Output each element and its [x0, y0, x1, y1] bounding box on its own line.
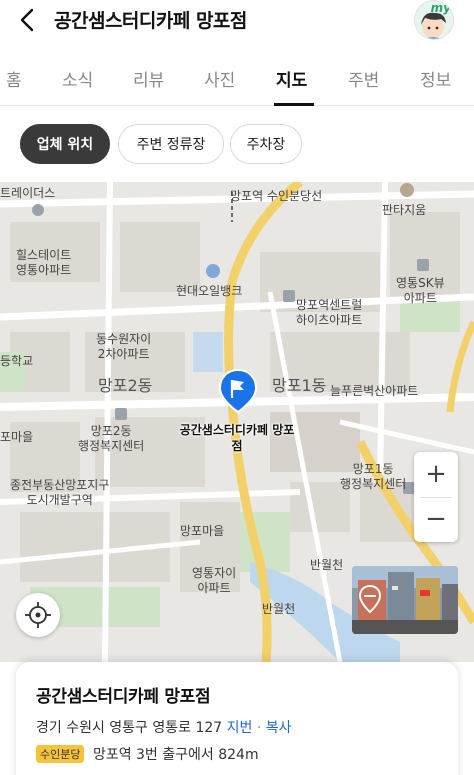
- map-label-hillstate: 힐스테이트 영통아파트: [16, 248, 72, 277]
- map-label-development-zone: 종전부동산망포지구 도시개발구역: [10, 478, 110, 507]
- map-label-mangpo-village: 망포마을: [180, 524, 225, 538]
- subway-line-badge: 수인분당: [36, 745, 85, 763]
- tab-news[interactable]: 소식: [62, 66, 93, 91]
- map-label-traders: 트레이더스: [0, 186, 56, 200]
- map-label-hyundai-oilbank: 현대오일뱅크: [176, 284, 243, 298]
- map-label-fantasium: 판타지움: [382, 203, 427, 217]
- map-label-mangpo2dong: 망포2동: [98, 376, 153, 395]
- map-label-central-heights: 망포역센트럴 하이츠아파트: [296, 298, 363, 327]
- map-label-byeoksan: 늘푸른벽산아파트: [330, 384, 419, 398]
- zoom-out-button[interactable]: −: [414, 497, 458, 542]
- page-title: 공간샘스터디카페 망포점: [54, 10, 247, 32]
- tab-reviews[interactable]: 리뷰: [133, 66, 164, 91]
- tab-nearby[interactable]: 주변: [348, 66, 379, 91]
- current-location-button[interactable]: [16, 593, 60, 637]
- card-subway-row: 수인분당 망포역 3번 출구에서 824m: [36, 744, 259, 764]
- map-label-mangpo1dong: 망포1동: [272, 376, 327, 395]
- map-label-mangpo-station: 망포역 수인분당선: [230, 189, 323, 203]
- zoom-control: + −: [414, 452, 458, 542]
- jibun-link[interactable]: 지번: [227, 720, 253, 736]
- chevron-left-icon: [20, 8, 34, 32]
- card-address: 경기 수원시 영통구 영통로 127: [36, 720, 223, 736]
- location-pin-icon[interactable]: [218, 368, 258, 414]
- map-label-village: 포마을: [0, 430, 34, 444]
- crosshair-icon: [25, 602, 51, 628]
- copy-link[interactable]: 복사: [266, 720, 292, 736]
- card-title: 공간샘스터디카페 망포점: [36, 687, 211, 707]
- tab-home[interactable]: 홈: [6, 66, 22, 91]
- station-distance: 망포역 3번 출구에서 824m: [92, 747, 259, 763]
- top-header: 공간샘스터디카페 망포점 my: [0, 0, 474, 48]
- chip-nearby-stops[interactable]: 주변 정류장: [118, 124, 224, 164]
- tab-bar: 홈 소식 리뷰 사진 지도 주변 정보: [0, 48, 474, 106]
- card-address-row: 경기 수원시 영통구 영통로 127 지번 · 복사: [36, 717, 292, 737]
- back-button[interactable]: [14, 6, 42, 34]
- tab-photos[interactable]: 사진: [204, 66, 235, 91]
- place-info-card[interactable]: 공간샘스터디카페 망포점 경기 수원시 영통구 영통로 127 지번 · 복사 …: [16, 662, 458, 775]
- avatar[interactable]: my: [414, 0, 454, 40]
- map-label-yeongtong-xi: 영통자이 아파트: [192, 566, 237, 595]
- chip-business-location[interactable]: 업체 위치: [20, 124, 110, 164]
- map-view[interactable]: 트레이더스 망포역 수인분당선 판타지움 힐스테이트 영통아파트 현대오일뱅크 …: [0, 182, 474, 662]
- tab-info[interactable]: 정보: [420, 66, 451, 91]
- map-label-banwolcheon-1: 반월천: [310, 558, 344, 572]
- filter-chips: 업체 위치 주변 정류장 주차장: [0, 106, 474, 182]
- chip-parking[interactable]: 주차장: [230, 124, 302, 164]
- street-view-marker-icon: [358, 584, 382, 614]
- zoom-in-button[interactable]: +: [414, 452, 458, 497]
- tab-map[interactable]: 지도: [276, 66, 307, 91]
- map-label-mangpo2dong-office: 망포2동 행정복지센터: [78, 424, 145, 453]
- separator-dot: ·: [256, 720, 262, 736]
- map-label-mangpo1dong-office: 망포1동 행정복지센터: [340, 462, 407, 491]
- business-poi-label: 공간샘스터디카페 망포 점: [179, 423, 295, 453]
- street-view-thumbnail[interactable]: [352, 566, 458, 634]
- map-label-banwolcheon-2: 반월천: [262, 602, 296, 616]
- map-label-sk-view: 영통SK뷰 아파트: [396, 276, 445, 305]
- map-label-school: 등학교: [0, 354, 34, 368]
- map-label-dongsuwon-xi: 동수원자이 2차아파트: [96, 332, 152, 361]
- avatar-my-text: my: [430, 1, 451, 15]
